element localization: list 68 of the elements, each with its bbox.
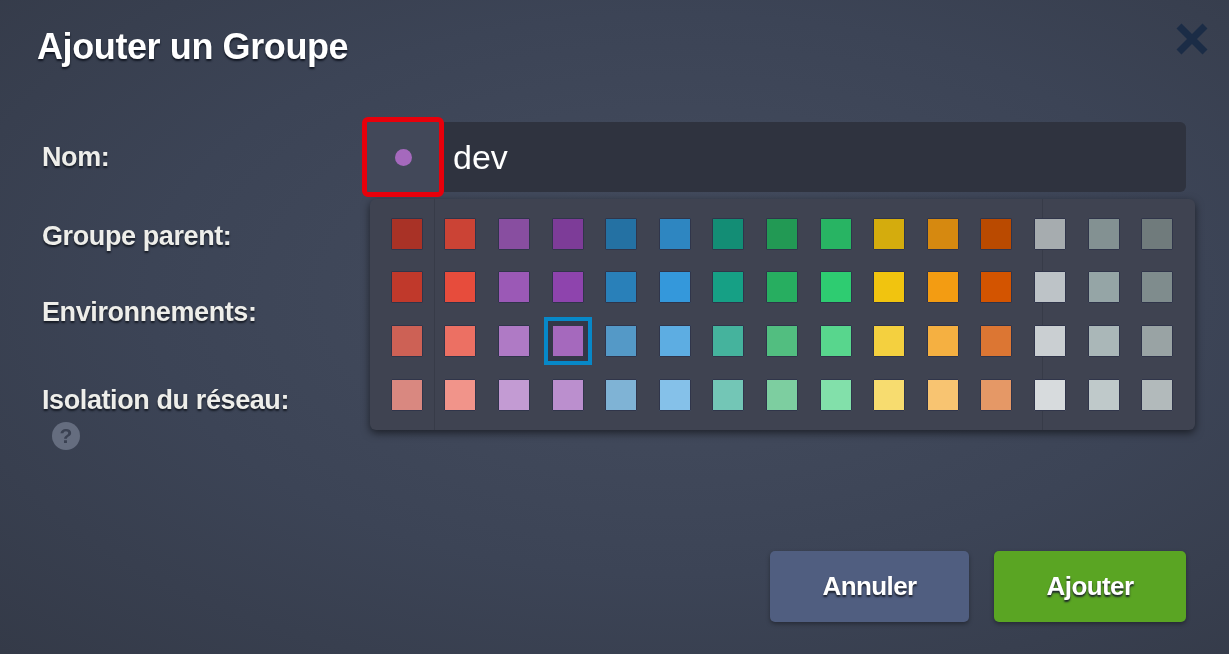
dialog-title: Ajouter un Groupe: [37, 26, 349, 68]
color-swatch-icon[interactable]: [926, 217, 959, 250]
color-swatch-icon[interactable]: [1141, 325, 1174, 357]
color-swatch-icon[interactable]: [980, 325, 1013, 357]
color-swatch-icon[interactable]: [819, 271, 852, 304]
color-swatch-icon[interactable]: [765, 271, 798, 304]
color-swatch-icon[interactable]: [765, 378, 798, 411]
color-swatch-icon[interactable]: [605, 217, 638, 250]
color-swatch-icon[interactable]: [444, 271, 477, 304]
field-label: Groupe parent:: [42, 220, 232, 253]
color-swatch-icon[interactable]: [765, 325, 798, 357]
color-swatch-icon[interactable]: [444, 217, 477, 250]
color-swatch-icon[interactable]: [1087, 271, 1120, 304]
name-input-field[interactable]: dev: [444, 122, 1186, 192]
color-swatch-icon[interactable]: [551, 217, 584, 250]
color-swatch-icon[interactable]: [1087, 325, 1120, 357]
field-label: Isolation du réseau:: [42, 384, 290, 417]
color-swatch-icon[interactable]: [819, 325, 852, 357]
color-picker-button[interactable]: [362, 117, 444, 197]
color-swatch-icon[interactable]: [1033, 217, 1066, 250]
color-swatch-icon[interactable]: [980, 217, 1013, 250]
color-swatch-icon[interactable]: [605, 378, 638, 411]
color-swatch-icon[interactable]: [658, 271, 691, 304]
color-swatch-icon[interactable]: [658, 217, 691, 250]
color-swatch-icon[interactable]: [498, 325, 530, 357]
color-swatch-icon[interactable]: [873, 217, 906, 250]
color-swatch-icon[interactable]: [873, 325, 906, 357]
color-swatch-icon[interactable]: [605, 325, 638, 357]
color-swatch-icon[interactable]: [926, 325, 959, 357]
color-swatch-icon[interactable]: [1033, 378, 1066, 411]
color-swatch-icon[interactable]: [390, 217, 423, 250]
color-swatch-icon[interactable]: [1141, 271, 1174, 304]
color-swatch-icon[interactable]: [658, 378, 691, 411]
color-swatch-icon[interactable]: [980, 378, 1013, 411]
color-swatch-icon[interactable]: [712, 271, 745, 304]
color-swatch-icon[interactable]: [444, 378, 477, 411]
color-swatch-icon[interactable]: [390, 325, 423, 357]
color-swatch-icon[interactable]: [390, 378, 423, 411]
color-swatch-icon[interactable]: [1141, 378, 1174, 411]
cancel-button[interactable]: Annuler: [770, 551, 969, 622]
color-swatch-icon[interactable]: [444, 325, 477, 357]
color-swatch-icon[interactable]: [498, 217, 530, 250]
color-swatch-icon[interactable]: [980, 271, 1013, 304]
color-swatch-icon[interactable]: [712, 217, 745, 250]
color-swatch-icon[interactable]: [605, 271, 638, 304]
color-swatch-icon[interactable]: [390, 271, 423, 304]
color-swatch-icon[interactable]: [873, 378, 906, 411]
color-swatch-icon[interactable]: [543, 317, 592, 365]
color-swatch-icon[interactable]: [551, 378, 584, 411]
color-swatch-icon[interactable]: [498, 378, 530, 411]
color-swatch-icon[interactable]: [551, 271, 584, 304]
color-swatch-icon[interactable]: [658, 325, 691, 357]
color-swatch-icon[interactable]: [926, 271, 959, 304]
color-swatch-icon[interactable]: [1087, 217, 1120, 250]
color-swatch-icon[interactable]: [765, 217, 798, 250]
color-swatch-icon[interactable]: [1033, 271, 1066, 304]
color-swatch-icon[interactable]: [1033, 325, 1066, 357]
color-swatch-icon[interactable]: [498, 271, 530, 304]
color-swatch-icon[interactable]: [712, 378, 745, 411]
color-swatch-icon[interactable]: [712, 325, 745, 357]
color-swatch-icon[interactable]: [819, 217, 852, 250]
field-label: Nom:: [42, 141, 111, 174]
color-swatch-icon[interactable]: [819, 378, 852, 411]
color-swatch-icon[interactable]: [1141, 217, 1174, 250]
color-swatch-icon[interactable]: [1087, 378, 1120, 411]
field-label: Environnements:: [42, 296, 257, 329]
color-swatch-icon[interactable]: [926, 378, 959, 411]
color-swatch-icon[interactable]: [873, 271, 906, 304]
